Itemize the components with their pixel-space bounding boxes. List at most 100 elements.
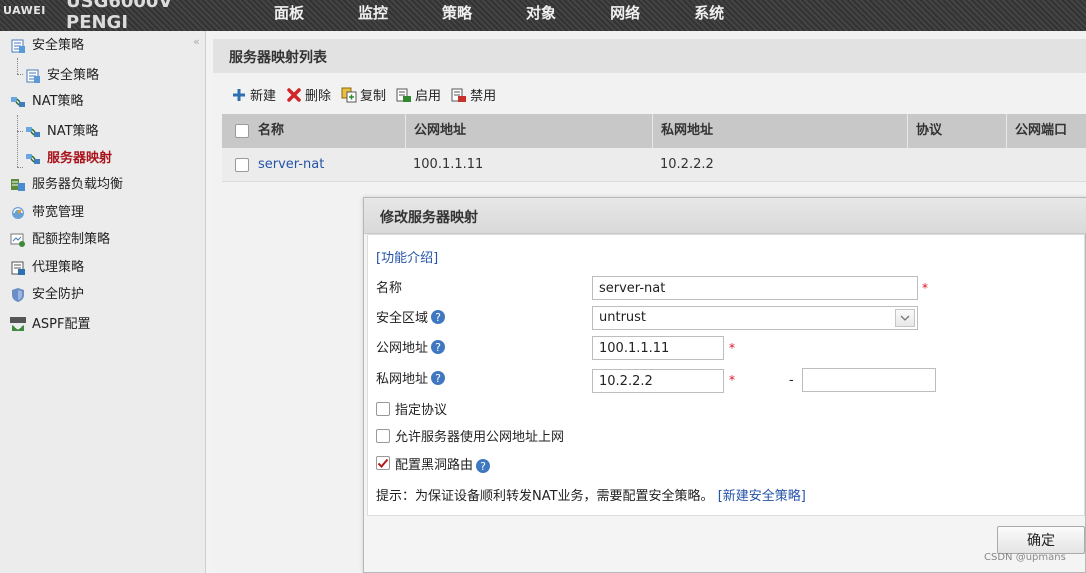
brand-logo: UAWEI bbox=[3, 4, 46, 17]
disable-button[interactable]: 禁用 bbox=[451, 85, 496, 104]
tree-line bbox=[17, 115, 18, 167]
policy-icon bbox=[26, 69, 40, 83]
server-lb-icon bbox=[11, 179, 25, 191]
nat-icon bbox=[26, 154, 40, 164]
sidebar-item-label: 安全策略 bbox=[32, 38, 85, 53]
column-header-name[interactable]: 名称 bbox=[250, 114, 284, 148]
column-header-public-ip[interactable]: 公网地址 bbox=[405, 114, 466, 148]
feature-intro-link[interactable]: [功能介绍] bbox=[376, 247, 438, 266]
sidebar-item-nat-policy-sub[interactable]: NAT策略 bbox=[25, 121, 99, 143]
specify-protocol-label: 指定协议 bbox=[395, 403, 448, 418]
specify-protocol-option[interactable]: 指定协议 bbox=[376, 399, 447, 418]
help-icon[interactable]: ? bbox=[430, 309, 446, 325]
table-row[interactable]: server-nat 100.1.1.11 10.2.2.2 bbox=[222, 148, 1086, 182]
sidebar-item-bandwidth[interactable]: 带宽管理 bbox=[10, 202, 84, 224]
private-ip-input[interactable] bbox=[592, 369, 724, 393]
list-title-bar: 服务器映射列表 bbox=[213, 39, 1086, 73]
hint-message: 提示：为保证设备顺利转发NAT业务，需要配置安全策略。 bbox=[376, 489, 714, 504]
allow-public-option[interactable]: 允许服务器使用公网地址上网 bbox=[376, 426, 564, 445]
brand: UAWEI USG6000V PENGI bbox=[0, 0, 210, 31]
row-public-ip: 100.1.1.11 bbox=[413, 157, 484, 172]
sidebar-item-quota[interactable]: 配额控制策略 bbox=[10, 229, 110, 251]
sidebar-item-proxy[interactable]: 代理策略 bbox=[10, 257, 84, 279]
sidebar-item-label: 服务器映射 bbox=[47, 151, 113, 166]
policy-icon bbox=[11, 39, 25, 53]
allow-public-checkbox[interactable] bbox=[376, 428, 390, 443]
zone-select[interactable]: untrust bbox=[592, 306, 918, 330]
name-input[interactable] bbox=[592, 276, 918, 300]
top-nav: 面板 监控 策略 对象 网络 系统 bbox=[248, 0, 752, 31]
sidebar-item-security-policy-sub[interactable]: 安全策略 bbox=[25, 65, 99, 87]
row-protocol bbox=[907, 148, 915, 182]
nav-policy[interactable]: 策略 bbox=[416, 0, 500, 31]
collapse-icon[interactable]: « bbox=[193, 35, 200, 48]
column-header-protocol[interactable]: 协议 bbox=[907, 114, 942, 148]
sidebar-item-label: NAT策略 bbox=[32, 94, 84, 109]
required-mark: * bbox=[729, 341, 735, 355]
brand-model: USG6000V PENGI bbox=[66, 0, 173, 31]
help-icon[interactable]: ? bbox=[430, 370, 446, 386]
nav-network[interactable]: 网络 bbox=[584, 0, 668, 31]
sidebar-item-label: 服务器负载均衡 bbox=[32, 177, 124, 192]
help-icon[interactable]: ? bbox=[475, 458, 491, 474]
required-mark: * bbox=[922, 281, 928, 295]
row-name-link[interactable]: server-nat bbox=[250, 148, 324, 182]
column-header-private-ip[interactable]: 私网地址 bbox=[652, 114, 713, 148]
sidebar-item-aspf[interactable]: ASPF配置 bbox=[10, 314, 90, 336]
dialog-title-bar[interactable]: 修改服务器映射 bbox=[364, 198, 1086, 234]
nav-system[interactable]: 系统 bbox=[668, 0, 752, 31]
enable-button-label: 启用 bbox=[415, 89, 442, 104]
sidebar-item-server-lb[interactable]: 服务器负载均衡 bbox=[10, 174, 123, 196]
new-security-policy-link[interactable]: [新建安全策略] bbox=[718, 489, 806, 504]
tree-line bbox=[17, 74, 23, 75]
disable-icon bbox=[451, 88, 467, 102]
sidebar: « 安全策略 安全策略 NAT策略 NAT策略 服务器映射 服务器负载均衡 带宽… bbox=[0, 31, 206, 573]
proxy-icon bbox=[11, 261, 25, 275]
nat-icon bbox=[11, 97, 25, 107]
name-label-text: 名称 bbox=[376, 281, 403, 296]
specify-protocol-checkbox[interactable] bbox=[376, 401, 390, 416]
sidebar-item-security-policy[interactable]: 安全策略 bbox=[10, 35, 84, 57]
top-bar: UAWEI USG6000V PENGI 面板 监控 策略 对象 网络 系统 bbox=[0, 0, 1086, 31]
sidebar-item-protection[interactable]: 安全防护 bbox=[10, 284, 84, 306]
chevron-down-icon[interactable] bbox=[895, 309, 915, 327]
enable-button[interactable]: 启用 bbox=[396, 85, 441, 104]
delete-button[interactable]: 删除 bbox=[286, 85, 331, 104]
copy-button-label: 复制 bbox=[360, 89, 387, 104]
row-private-ip: 10.2.2.2 bbox=[660, 157, 714, 172]
public-ip-input[interactable] bbox=[592, 336, 724, 360]
tree-line bbox=[17, 167, 23, 168]
sidebar-item-nat-policy[interactable]: NAT策略 bbox=[10, 91, 84, 113]
blackhole-route-checkbox[interactable] bbox=[376, 456, 390, 470]
tree-line bbox=[17, 131, 23, 132]
blackhole-route-option[interactable]: 配置黑洞路由 ? bbox=[376, 452, 491, 474]
sidebar-item-label: NAT策略 bbox=[47, 124, 99, 139]
blackhole-route-label: 配置黑洞路由 bbox=[395, 457, 474, 473]
sidebar-item-label: 代理策略 bbox=[32, 260, 85, 275]
nat-icon bbox=[26, 127, 40, 137]
disable-button-label: 禁用 bbox=[470, 89, 497, 104]
required-mark: * bbox=[729, 373, 735, 387]
copy-button[interactable]: 复制 bbox=[341, 85, 386, 104]
bandwidth-icon bbox=[12, 207, 24, 219]
nav-object[interactable]: 对象 bbox=[500, 0, 584, 31]
sidebar-item-server-mapping[interactable]: 服务器映射 bbox=[25, 148, 112, 170]
nav-monitor[interactable]: 监控 bbox=[332, 0, 416, 31]
svg-text:?: ? bbox=[435, 311, 441, 324]
enable-icon bbox=[396, 88, 412, 102]
dialog-body: [功能介绍] 名称 * 安全区域 ? untrust 公网地址 ? * 私网地址… bbox=[367, 234, 1085, 516]
allow-public-label: 允许服务器使用公网地址上网 bbox=[395, 430, 565, 445]
column-header-public-port[interactable]: 公网端口 bbox=[1006, 114, 1067, 148]
ok-button[interactable]: 确定 bbox=[997, 526, 1085, 554]
new-button[interactable]: 新建 bbox=[231, 85, 276, 104]
name-label: 名称 bbox=[376, 277, 402, 296]
dialog-title: 修改服务器映射 bbox=[380, 210, 478, 226]
page-title: 服务器映射列表 bbox=[229, 50, 327, 66]
select-all-checkbox[interactable] bbox=[235, 124, 249, 138]
checkmark-icon bbox=[377, 458, 389, 468]
row-checkbox[interactable] bbox=[235, 158, 249, 172]
private-ip-end-input[interactable] bbox=[802, 368, 936, 392]
help-icon[interactable]: ? bbox=[430, 339, 446, 355]
nav-dashboard[interactable]: 面板 bbox=[248, 0, 332, 31]
public-ip-label-text: 公网地址 bbox=[376, 341, 429, 356]
